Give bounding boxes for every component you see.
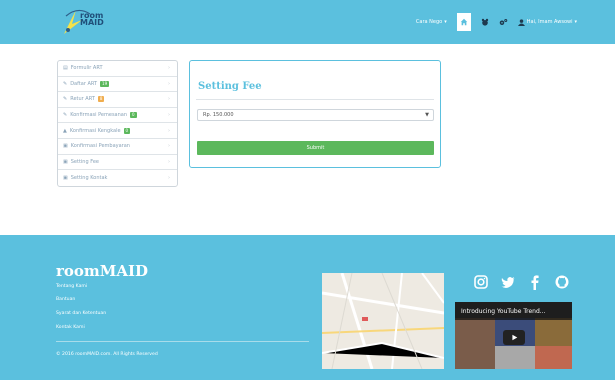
count-badge: 0 bbox=[130, 112, 137, 119]
cara-nego-label: Cara Nego bbox=[415, 19, 443, 25]
footer: roomMAID Tentang Kami Bantuan Syarat dan… bbox=[0, 235, 615, 380]
map-image bbox=[322, 273, 444, 369]
chevron-right-icon: › bbox=[168, 158, 170, 165]
sidebar-item-retur-art[interactable]: ✎ Retur ART 8 › bbox=[58, 92, 177, 108]
chevron-right-icon: › bbox=[168, 127, 170, 134]
youtube-video-embed[interactable]: Introducing YouTube Trend... bbox=[455, 302, 572, 369]
money-icon: ▣ bbox=[63, 158, 68, 165]
sidebar: ▤ Formulir ART › ✎ Daftar ART 19 › ✎ Ret… bbox=[57, 60, 178, 187]
video-thumbnail-tile bbox=[495, 346, 535, 369]
play-button[interactable] bbox=[503, 330, 525, 345]
footer-brand: roomMAID bbox=[56, 262, 149, 280]
video-thumbnail-tile bbox=[455, 318, 495, 369]
sidebar-item-label: Retur ART bbox=[70, 96, 95, 103]
home-button[interactable] bbox=[456, 13, 471, 31]
footer-divider bbox=[56, 341, 309, 342]
video-title: Introducing YouTube Trend... bbox=[461, 308, 546, 315]
home-icon bbox=[460, 18, 467, 26]
setting-fee-panel: Setting Fee Rp. 150.000 ▼ Submit bbox=[189, 60, 441, 168]
footer-link-tentang-kami[interactable]: Tentang Kami bbox=[56, 284, 87, 289]
sidebar-item-label: Konfirmasi Kengkale bbox=[69, 127, 121, 134]
location-map[interactable] bbox=[322, 273, 444, 369]
sidebar-item-label: Setting Kontak bbox=[70, 174, 108, 181]
instagram-icon bbox=[474, 275, 488, 289]
money-icon: ▣ bbox=[63, 174, 68, 181]
footer-link-syarat[interactable]: Syarat dan Ketentuan bbox=[56, 311, 106, 316]
chevron-right-icon: › bbox=[168, 65, 170, 72]
edit-icon: ✎ bbox=[63, 96, 68, 103]
github-icon bbox=[555, 275, 569, 289]
chevron-right-icon: › bbox=[168, 80, 170, 87]
video-thumbnail-tile bbox=[535, 318, 572, 346]
footer-link-kontak[interactable]: Kontak Kami bbox=[56, 325, 85, 330]
caret-down-icon: ▾ bbox=[574, 19, 577, 25]
gears-icon bbox=[499, 19, 508, 25]
facebook-link[interactable] bbox=[527, 274, 543, 290]
sidebar-item-daftar-art[interactable]: ✎ Daftar ART 19 › bbox=[58, 77, 177, 93]
count-badge: 19 bbox=[100, 80, 110, 87]
navbar: room MAID Cara Nego ▾ Hai, Imam Awsowi ▾ bbox=[0, 0, 615, 44]
money-icon: ▣ bbox=[63, 143, 68, 150]
instagram-link[interactable] bbox=[473, 274, 489, 290]
sidebar-item-konfirmasi-pemesanan[interactable]: ✎ Konfirmasi Pemesanan 0 › bbox=[58, 108, 177, 124]
sidebar-item-label: Setting Fee bbox=[70, 158, 99, 165]
chevron-right-icon: › bbox=[168, 143, 170, 150]
logo-text: room MAID bbox=[80, 12, 104, 27]
twitter-icon bbox=[501, 276, 515, 288]
roommaid-logo[interactable]: room MAID bbox=[60, 6, 120, 38]
twitter-link[interactable] bbox=[500, 274, 516, 290]
fee-select-value: Rp. 150.000 bbox=[203, 112, 234, 118]
count-badge: 8 bbox=[97, 96, 105, 103]
notifications-button[interactable] bbox=[481, 18, 489, 26]
page-title: Setting Fee bbox=[198, 81, 262, 92]
facebook-icon bbox=[531, 274, 539, 290]
logo-text-maid: MAID bbox=[80, 18, 104, 27]
copyright-text: © 2016 roomMAID.com. All Rights Reserved bbox=[56, 352, 158, 357]
caret-down-icon: ▾ bbox=[444, 19, 447, 25]
settings-button[interactable] bbox=[499, 18, 508, 26]
user-name: Hai, Imam Awsowi bbox=[526, 19, 573, 25]
sidebar-item-formulir-art[interactable]: ▤ Formulir ART › bbox=[58, 61, 177, 77]
edit-icon: ✎ bbox=[63, 112, 68, 119]
bear-icon bbox=[481, 18, 488, 26]
play-icon bbox=[511, 334, 517, 341]
count-badge: 0 bbox=[123, 127, 131, 134]
nav-right: Cara Nego ▾ Hai, Imam Awsowi ▾ bbox=[416, 0, 615, 44]
sidebar-item-setting-kontak[interactable]: ▣ Setting Kontak › bbox=[58, 170, 177, 186]
user-menu[interactable]: Hai, Imam Awsowi ▾ bbox=[517, 18, 577, 26]
social-links bbox=[473, 274, 570, 290]
video-thumbnail-tile bbox=[535, 346, 572, 369]
sidebar-item-label: Formulir ART bbox=[70, 65, 103, 72]
cara-nego-dropdown[interactable]: Cara Nego ▾ bbox=[416, 19, 447, 25]
warning-icon: ▲ bbox=[63, 127, 67, 134]
divider bbox=[196, 99, 434, 100]
edit-icon: ✎ bbox=[63, 80, 68, 87]
sidebar-item-konfirmasi-pembayaran[interactable]: ▣ Konfirmasi Pembayaran › bbox=[58, 139, 177, 155]
submit-button[interactable]: Submit bbox=[197, 141, 434, 155]
github-link[interactable] bbox=[554, 274, 570, 290]
form-icon: ▤ bbox=[63, 65, 68, 72]
sidebar-item-setting-fee[interactable]: ▣ Setting Fee › bbox=[58, 155, 177, 171]
sidebar-item-konfirmasi-kengkale[interactable]: ▲ Konfirmasi Kengkale 0 › bbox=[58, 123, 177, 139]
chevron-right-icon: › bbox=[168, 174, 170, 181]
chevron-right-icon: › bbox=[168, 112, 170, 119]
sidebar-item-label: Konfirmasi Pemesanan bbox=[70, 112, 128, 119]
fee-select[interactable]: Rp. 150.000 ▼ bbox=[197, 109, 434, 121]
chevron-right-icon: › bbox=[168, 96, 170, 103]
sidebar-item-label: Konfirmasi Pembayaran bbox=[70, 143, 130, 150]
chevron-down-icon: ▼ bbox=[425, 112, 429, 118]
user-icon bbox=[517, 18, 525, 26]
sidebar-item-label: Daftar ART bbox=[70, 80, 98, 87]
footer-link-bantuan[interactable]: Bantuan bbox=[56, 297, 75, 302]
